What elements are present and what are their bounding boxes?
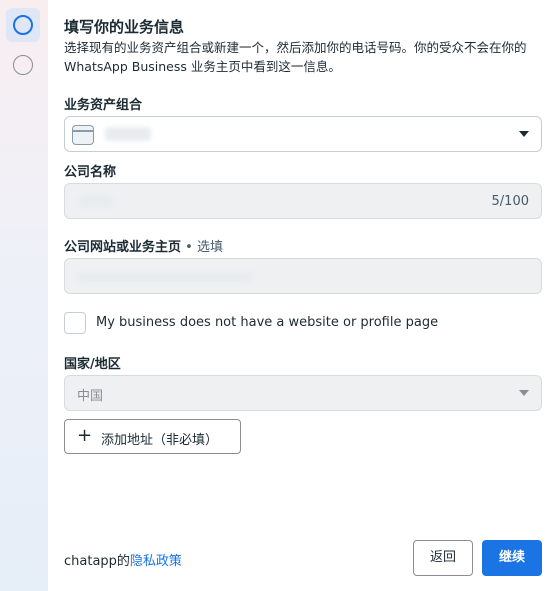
chevron-down-icon [519, 131, 529, 137]
website-value-redacted [77, 272, 253, 282]
website-label: 公司网站或业务主页 • 选填 [64, 236, 223, 255]
country-value: 中国 [77, 389, 104, 404]
privacy-prefix: chatapp的 [64, 554, 130, 569]
portfolio-label: 业务资产组合 [64, 98, 143, 113]
company-name-value-redacted [79, 195, 113, 208]
active-step-circle-icon [13, 15, 33, 35]
add-address-button[interactable]: + 添加地址（非必填） [64, 419, 241, 454]
step-1-indicator[interactable] [6, 8, 40, 42]
character-counter: 5/100 [491, 194, 529, 209]
website-input[interactable] [64, 258, 542, 294]
add-address-label: 添加地址（非必填） [101, 433, 219, 448]
chevron-down-icon [519, 390, 529, 396]
country-select[interactable]: 中国 [64, 375, 542, 411]
form-title: 填写你的业务信息 [64, 18, 185, 36]
portfolio-select[interactable] [64, 116, 542, 152]
portfolio-icon [72, 125, 94, 145]
continue-button[interactable]: 继续 [482, 540, 542, 576]
step-sidebar [0, 0, 48, 591]
form-description: 选择现有的业务资产组合或新建一个，然后添加你的电话号码。你的受众不会在你的 Wh… [64, 40, 527, 74]
no-website-label[interactable]: My business does not have a website or p… [96, 315, 438, 330]
website-label-text: 公司网站或业务主页 [64, 240, 182, 255]
back-button[interactable]: 返回 [413, 540, 473, 576]
company-name-input[interactable]: 5/100 [64, 183, 542, 219]
privacy-notice: chatapp的隐私政策 [64, 550, 182, 569]
optional-tag: • 选填 [181, 240, 223, 255]
no-website-checkbox[interactable] [64, 312, 86, 334]
company-name-label: 公司名称 [64, 165, 117, 180]
privacy-policy-link[interactable]: 隐私政策 [130, 554, 182, 569]
plus-icon: + [77, 425, 93, 446]
country-label: 国家/地区 [64, 357, 121, 372]
portfolio-value-redacted [105, 127, 151, 141]
step-2-indicator[interactable] [13, 55, 33, 75]
